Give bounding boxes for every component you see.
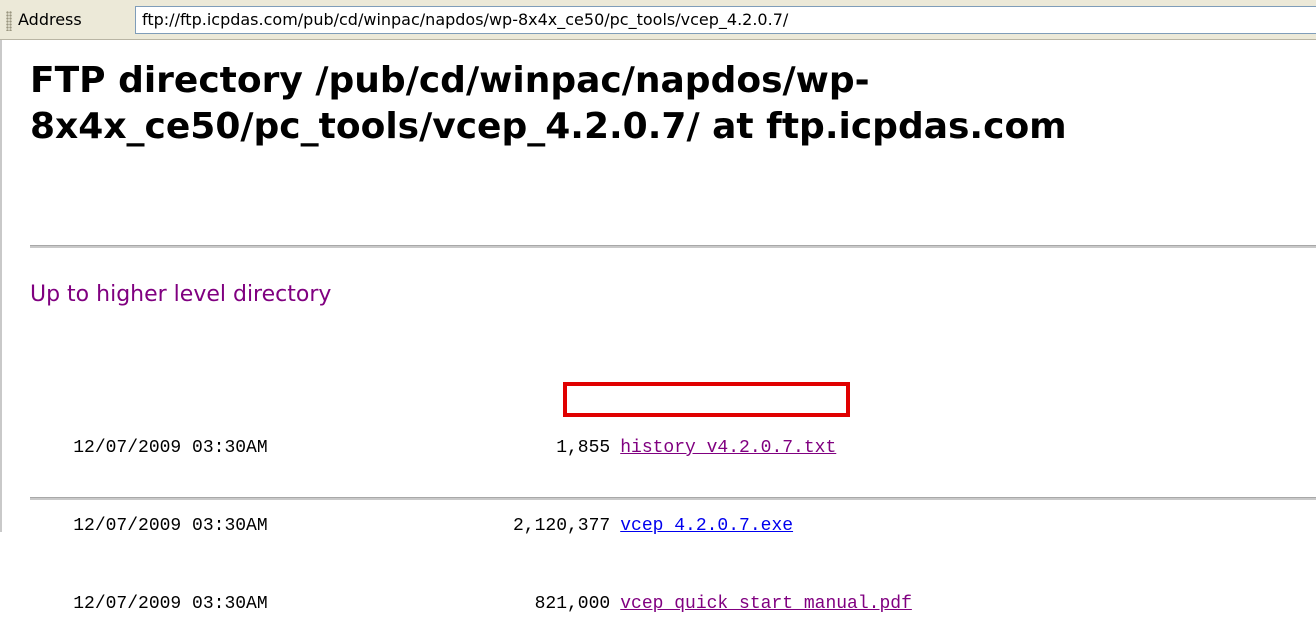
address-input[interactable]: ftp://ftp.icpdas.com/pub/cd/winpac/napdo…	[135, 6, 1316, 34]
up-directory-link[interactable]: Up to higher level directory	[30, 282, 331, 307]
divider-top	[30, 245, 1316, 248]
address-toolbar: Address ftp://ftp.icpdas.com/pub/cd/winp…	[0, 0, 1316, 40]
file-date: 12/07/2009 03:30AM	[73, 438, 268, 458]
address-label: Address	[18, 10, 82, 29]
toolbar-grip-icon[interactable]	[6, 11, 12, 31]
file-row: 12/07/2009 03:30AM 2,120,377 vcep_4.2.0.7.…	[30, 487, 912, 536]
file-size: 821,000	[534, 594, 611, 614]
file-size: 1,855	[556, 438, 611, 458]
file-date: 12/07/2009 03:30AM	[73, 594, 268, 614]
file-date: 12/07/2009 03:30AM	[73, 516, 268, 536]
file-size: 2,120,377	[513, 516, 611, 536]
file-link-history-txt[interactable]: history v4.2.0.7.txt	[620, 435, 836, 461]
page-left-border	[0, 40, 2, 532]
highlight-annotation-box	[563, 382, 850, 417]
file-link-vcep-exe[interactable]: vcep_4.2.0.7.exe	[620, 513, 793, 539]
file-row: 12/07/2009 03:30AM 821,000 vcep quick star…	[30, 565, 912, 614]
divider-bottom	[30, 497, 1316, 500]
file-link-manual-pdf[interactable]: vcep quick start manual.pdf	[620, 591, 912, 617]
page-title: FTP directory /pub/cd/winpac/napdos/wp-8…	[30, 60, 1067, 147]
